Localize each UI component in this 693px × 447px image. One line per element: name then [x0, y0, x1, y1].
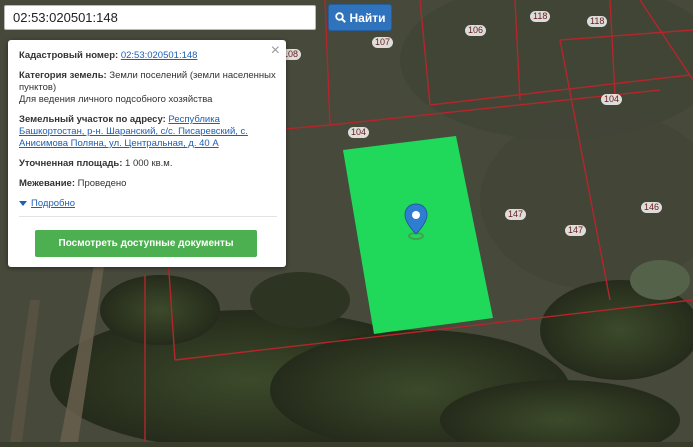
search-button-label: Найти — [349, 10, 386, 25]
area-row: Уточненная площадь: 1 000 кв.м. — [19, 158, 276, 170]
details-toggle[interactable]: Подробно — [19, 198, 276, 209]
lot-label: 118 — [587, 16, 608, 27]
lot-label: 106 — [465, 25, 487, 36]
location-pin-icon[interactable] — [404, 203, 428, 246]
area-value: 1 000 кв.м. — [125, 158, 173, 169]
lot-label: 118 — [530, 11, 551, 22]
address-row: Земельный участок по адресу: Республика … — [19, 114, 276, 150]
survey-row: Межевание: Проведено — [19, 178, 276, 190]
cadastral-link[interactable]: 02:53:020501:148 — [121, 50, 198, 61]
survey-label: Межевание: — [19, 178, 75, 189]
lot-label: 147 — [505, 209, 527, 220]
lot-label: 104 — [348, 127, 370, 138]
address-label: Земельный участок по адресу: — [19, 114, 166, 125]
caret-down-icon — [19, 201, 27, 206]
category-label: Категория земель: — [19, 70, 107, 81]
survey-value: Проведено — [77, 178, 127, 189]
lot-label: 107 — [372, 37, 394, 48]
category-row: Категория земель: Земли поселений (земли… — [19, 70, 276, 106]
usage-value: Для ведения личного подсобного хозяйства — [19, 94, 213, 105]
cadastral-label: Кадастровый номер: — [19, 50, 119, 61]
area-label: Уточненная площадь: — [19, 158, 123, 169]
details-link[interactable]: Подробно — [31, 198, 75, 209]
search-input[interactable] — [4, 5, 316, 30]
search-button[interactable]: Найти — [328, 4, 392, 31]
cadastral-row: Кадастровый номер: 02:53:020501:148 — [19, 50, 276, 62]
close-icon[interactable]: × — [271, 43, 280, 59]
view-documents-button[interactable]: Посмотреть доступные документы — [35, 230, 257, 257]
lot-label: 146 — [641, 202, 663, 213]
divider — [19, 216, 277, 217]
lot-label: 104 — [601, 94, 623, 105]
parcel-info-popup: × Кадастровый номер: 02:53:020501:148 Ка… — [8, 40, 286, 267]
lot-label: 147 — [565, 225, 587, 236]
search-icon — [334, 12, 346, 23]
